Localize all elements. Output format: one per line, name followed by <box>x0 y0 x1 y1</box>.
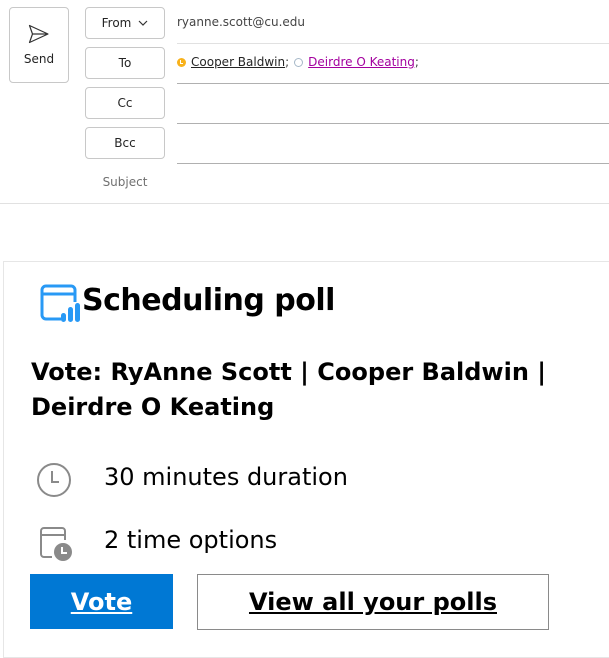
chevron-down-icon <box>138 20 148 26</box>
vote-title: Vote: RyAnne Scott | Cooper Baldwin | De… <box>31 358 547 421</box>
view-all-polls-button[interactable]: View all your polls <box>197 574 549 630</box>
poll-title: Scheduling poll <box>82 283 335 318</box>
clock-icon <box>37 463 71 497</box>
bcc-button[interactable]: Bcc <box>85 127 165 159</box>
duration-text: 30 minutes duration <box>104 463 348 491</box>
recipient-separator: ; <box>285 55 290 69</box>
subject-input[interactable] <box>177 165 609 201</box>
from-label: From <box>101 16 132 30</box>
cc-label: Cc <box>117 96 133 110</box>
send-label: Send <box>23 52 55 66</box>
calendar-clock-icon <box>40 527 72 561</box>
bcc-divider <box>177 163 609 164</box>
to-label: To <box>118 56 132 70</box>
from-button[interactable]: From <box>85 7 165 39</box>
to-field[interactable]: Cooper Baldwin ; Deirdre O Keating ; <box>177 55 419 69</box>
to-button[interactable]: To <box>85 47 165 79</box>
to-divider <box>177 83 609 84</box>
recipient-deirdre-o-keating[interactable]: Deirdre O Keating <box>308 55 415 69</box>
vote-button[interactable]: Vote <box>30 574 173 629</box>
recipient-separator: ; <box>414 55 419 69</box>
from-divider <box>177 43 609 44</box>
subject-label: Subject <box>102 175 148 189</box>
presence-offline-icon <box>294 57 304 67</box>
time-options-text: 2 time options <box>104 526 278 554</box>
presence-away-icon <box>177 57 186 67</box>
calendar-poll-icon <box>40 284 80 322</box>
cc-button[interactable]: Cc <box>85 87 165 119</box>
send-icon <box>28 24 49 44</box>
from-address: ryanne.scott@cu.edu <box>177 15 306 29</box>
send-button[interactable]: Send <box>9 7 69 83</box>
bcc-label: Bcc <box>114 136 136 150</box>
header-divider <box>0 203 609 204</box>
cc-divider <box>177 123 609 124</box>
recipient-cooper-baldwin[interactable]: Cooper Baldwin <box>191 55 285 69</box>
